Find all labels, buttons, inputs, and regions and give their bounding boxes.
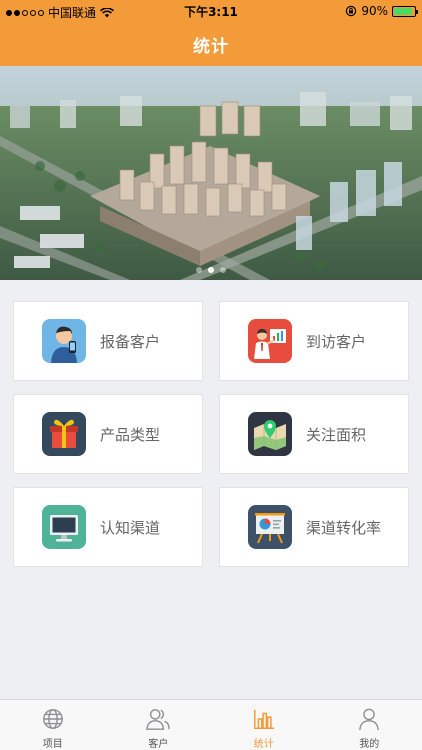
rotation-lock-icon (346, 5, 357, 17)
page-title: 统计 (193, 37, 229, 57)
card-product-types[interactable]: 产品类型 (13, 394, 203, 474)
card-label: 关注面积 (306, 425, 367, 444)
users-icon (146, 709, 171, 730)
carousel-pager[interactable] (0, 267, 422, 273)
tab-label: 统计 (253, 739, 274, 750)
pie-chart-board-icon (248, 505, 292, 549)
card-label: 渠道转化率 (306, 518, 382, 537)
app-header: 中国联通 下午3:11 90% 统计 (0, 0, 422, 66)
card-visited-customers[interactable]: 到访客户 (219, 301, 409, 381)
tab-label: 客户 (148, 739, 169, 750)
carousel-dot[interactable] (220, 267, 226, 273)
banner-carousel[interactable] (0, 66, 422, 280)
tab-mine[interactable]: 我的 (317, 700, 422, 750)
presenter-chart-icon (248, 319, 292, 363)
monitor-icon (42, 505, 86, 549)
battery-icon (392, 5, 418, 17)
tab-label: 我的 (359, 739, 380, 750)
carousel-dot[interactable] (208, 267, 214, 273)
user-icon (359, 708, 380, 731)
card-awareness-channels[interactable]: 认知渠道 (13, 487, 203, 567)
stats-grid: 报备客户 到访客户 产品类型 关注面积 认知渠道 渠道转化率 (13, 301, 409, 567)
battery-percent: 90% (361, 4, 388, 18)
card-label: 认知渠道 (100, 518, 161, 537)
tab-projects[interactable]: 项目 (0, 700, 106, 750)
card-area-of-interest[interactable]: 关注面积 (219, 394, 409, 474)
card-label: 产品类型 (100, 425, 161, 444)
gift-box-icon (42, 412, 86, 456)
card-label: 到访客户 (306, 332, 367, 351)
card-reported-customers[interactable]: 报备客户 (13, 301, 203, 381)
card-channel-conversion-rate[interactable]: 渠道转化率 (219, 487, 409, 567)
bar-chart-icon (253, 709, 274, 729)
status-bar: 中国联通 下午3:11 90% (0, 0, 422, 22)
carousel-dot[interactable] (196, 267, 202, 273)
tab-customers[interactable]: 客户 (106, 700, 212, 750)
bottom-tab-bar: 项目 客户 统计 我的 (0, 699, 422, 750)
globe-icon (42, 709, 63, 729)
tab-label: 项目 (42, 739, 63, 750)
card-label: 报备客户 (100, 332, 161, 351)
map-pin-icon (248, 412, 292, 456)
tab-statistics[interactable]: 统计 (211, 700, 317, 750)
person-phone-icon (42, 319, 86, 363)
banner-image (0, 66, 422, 280)
